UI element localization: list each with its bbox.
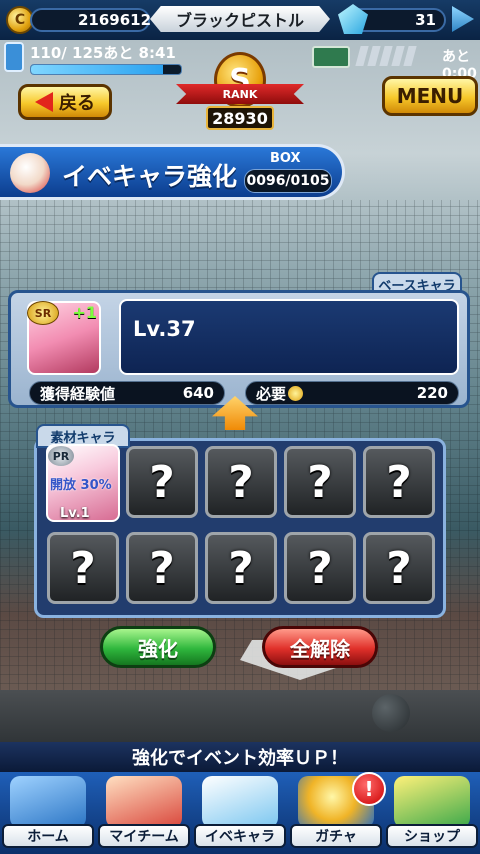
nav-label: イベキャラ [194,824,286,848]
empty-material-slot[interactable]: ? [363,446,435,518]
stamina-bar-fill [31,65,163,74]
required-label: 必要 [256,384,287,403]
info-banner-text: 強化でイベント効率ＵＰ！ [132,748,348,769]
material-level: Lv.1 [60,506,90,521]
level-display: Lv.37 [119,299,459,375]
nav-item-shop[interactable]: ショップ [386,776,478,852]
nav-label: ショップ [386,824,478,848]
slot-question-mark: ? [70,542,96,594]
nav-item-event-character[interactable]: イベキャラ [194,776,286,852]
level-text: Lv.37 [133,317,196,341]
coin-count: 2169612 [30,8,152,32]
nav-label: ホーム [2,824,94,848]
stamina-meter: 110/ 125あと 8:41 [4,40,194,76]
ticket-gauge-segment [379,46,393,66]
ticket-gauge-segment [355,46,369,66]
exp-gained-label: 獲得経験値 [40,384,116,403]
alert-badge-icon: ! [352,772,386,806]
exp-gained-stat: 獲得経験値 640 [29,381,225,405]
slot-question-mark: ? [307,456,333,508]
rank-label: RANK [176,84,304,104]
nav-item-home[interactable]: ホーム [2,776,94,852]
empty-material-slot[interactable]: ? [205,446,277,518]
ticket-icon [312,46,350,68]
event-character-icon [10,153,50,193]
player-name: ブラックピストル [175,11,304,30]
plus-badge: +1 [72,303,97,322]
rarity-badge: SR [27,301,59,325]
bottom-navigation: ホーム マイチーム イベキャラ ガチャ ショップ [0,772,480,854]
empty-material-slot[interactable]: ? [47,532,119,604]
gem-count-text: 31 [415,11,436,29]
slot-question-mark: ? [386,456,412,508]
rank-emblem[interactable]: S RANK 28930 [170,50,310,132]
required-value: 220 [416,384,448,402]
release-all-button[interactable]: 全解除 [262,626,378,668]
menu-button[interactable]: MENU [382,76,478,116]
release-all-button-label: 全解除 [290,636,350,661]
empty-material-slot[interactable]: ? [126,446,198,518]
coin-count-text: 2169612 [78,11,152,29]
alert-mark: ! [364,777,374,801]
empty-material-slot[interactable]: ? [126,532,198,604]
stamina-bar [30,64,182,75]
event-character-icon [202,776,278,828]
back-arrow-icon [35,92,53,112]
empty-material-slot[interactable]: ? [363,532,435,604]
rank-score: 28930 [206,106,274,130]
menu-button-label: MENU [396,84,464,108]
shop-icon [394,776,470,828]
empty-material-slot[interactable]: ? [205,532,277,604]
box-label: BOX [270,151,301,166]
ticket-gauge-segment [403,46,417,66]
nav-label: ガチャ [290,824,382,848]
release-percent: 開放 30% [50,478,112,493]
info-banner: 強化でイベント効率ＵＰ！ [0,742,480,772]
ticket-gauge-segment [367,46,381,66]
slot-question-mark: ? [386,542,412,594]
top-status-bar: C 2169612 ブラックピストル 31 [0,0,480,40]
player-name-plate: ブラックピストル [150,6,330,32]
baseball [372,694,410,732]
nav-label: マイチーム [98,824,190,848]
base-character-card[interactable]: SR +1 [27,301,101,375]
strengthen-button-label: 強化 [138,636,178,661]
play-icon[interactable] [452,6,474,32]
ticket-gauge-segment [391,46,405,66]
material-character-card[interactable]: PR 開放 30% Lv.1 [46,444,120,522]
team-icon [106,776,182,828]
box-capacity: 0096/0105 [244,169,332,193]
coin-icon [288,385,304,401]
base-character-panel: SR +1 Lv.37 獲得経験値 640 必要 220 [8,290,470,408]
stamina-icon [4,42,24,72]
slot-question-mark: ? [228,542,254,594]
slot-question-mark: ? [149,542,175,594]
page-title: イベキャラ強化 [62,162,238,191]
back-button-label: 戻る [59,93,95,114]
nav-item-my-team[interactable]: マイチーム [98,776,190,852]
screen-header: イベキャラ強化 BOX 0096/0105 [0,144,345,200]
empty-material-slot[interactable]: ? [284,446,356,518]
stamina-text: 110/ 125あと 8:41 [30,44,176,62]
required-coins-stat: 必要 220 [245,381,459,405]
empty-material-slot[interactable]: ? [284,532,356,604]
strengthen-button[interactable]: 強化 [100,626,216,668]
home-icon [10,776,86,828]
slot-question-mark: ? [228,456,254,508]
rarity-badge: PR [48,446,74,466]
slot-question-mark: ? [307,542,333,594]
exp-gained-value: 640 [182,384,214,402]
ticket-meter: あと 0:00 [312,42,480,82]
back-button[interactable]: 戻る [18,84,112,120]
slot-question-mark: ? [149,456,175,508]
